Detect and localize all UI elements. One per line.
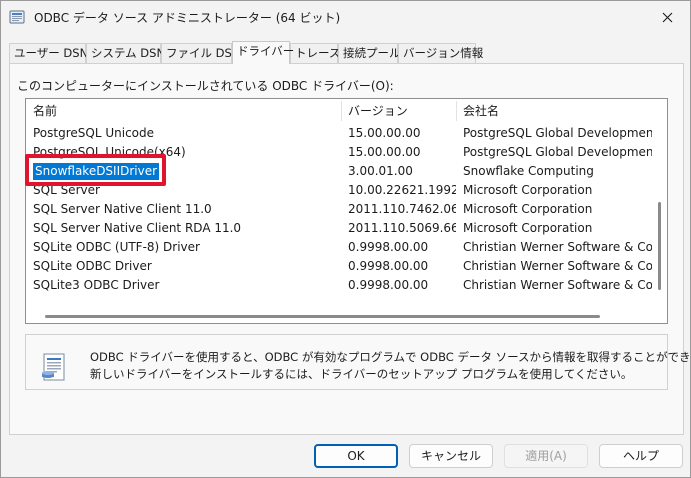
ok-button[interactable]: OK: [314, 444, 398, 468]
driver-company: PostgreSQL Global Development: [463, 145, 652, 159]
vertical-scroll-thumb[interactable]: [658, 202, 661, 290]
driver-company: Microsoft Corporation: [463, 221, 593, 235]
column-header-name[interactable]: 名前: [26, 99, 341, 123]
info-line-1: ODBC ドライバーを使用すると、ODBC が有効なプログラムで ODBC デー…: [90, 350, 691, 364]
driver-version: 10.00.22621.1992: [348, 183, 456, 197]
driver-database-icon: [42, 353, 65, 381]
driver-row[interactable]: SQLite ODBC Driver 0.9998.00.00 Christia…: [26, 257, 652, 276]
apply-button[interactable]: 適用(A): [504, 444, 588, 468]
driver-name: PostgreSQL Unicode: [33, 126, 155, 140]
driver-company: PostgreSQL Global Development: [463, 126, 652, 140]
tab-file-dsn[interactable]: ファイル DSN: [161, 43, 240, 63]
tab-user-dsn[interactable]: ユーザー DSN: [9, 43, 88, 63]
odbc-admin-window: ODBC データ ソース アドミニストレーター (64 ビット) ユーザー DS…: [0, 0, 691, 478]
odbc-app-icon: [9, 10, 25, 24]
driver-company: Christian Werner Software & Co: [463, 278, 652, 292]
driver-row[interactable]: PostgreSQL Unicode 15.00.00.00 PostgreSQ…: [26, 124, 652, 143]
driver-name: SQLite3 ODBC Driver: [33, 278, 160, 292]
close-icon: [662, 12, 672, 22]
driver-row[interactable]: SQLite3 ODBC Driver 0.9998.00.00 Christi…: [26, 276, 652, 295]
tab-drivers[interactable]: ドライバー: [232, 41, 294, 64]
driver-version: 0.9998.00.00: [348, 259, 429, 273]
column-header-version[interactable]: バージョン: [341, 99, 456, 123]
driver-company: Snowflake Computing: [463, 164, 594, 178]
driver-name: SQL Server Native Client 11.0: [33, 202, 212, 216]
close-button[interactable]: [644, 1, 690, 33]
driver-company: Microsoft Corporation: [463, 202, 593, 216]
driver-name: PostgreSQL Unicode(x64): [33, 145, 186, 159]
driver-row[interactable]: SQLite ODBC (UTF-8) Driver 0.9998.00.00 …: [26, 238, 652, 257]
driver-version: 15.00.00.00: [348, 126, 421, 140]
driver-version: 2011.110.5069.66: [348, 221, 456, 235]
cancel-button[interactable]: キャンセル: [409, 444, 493, 468]
help-button[interactable]: ヘルプ: [599, 444, 683, 468]
driver-name: SQLite ODBC Driver: [33, 259, 152, 273]
driver-row-selected[interactable]: SnowflakeDSIIDriver 3.00.01.00 Snowflake…: [26, 162, 652, 181]
driver-name: SQLite ODBC (UTF-8) Driver: [33, 240, 200, 254]
title-bar: ODBC データ ソース アドミニストレーター (64 ビット): [1, 1, 690, 33]
driver-version: 0.9998.00.00: [348, 278, 429, 292]
driver-company: Microsoft Corporation: [463, 183, 593, 197]
info-line-2: 新しいドライバーをインストールするには、ドライバーのセットアップ プログラムを使…: [90, 367, 633, 381]
tab-system-dsn[interactable]: システム DSN: [86, 43, 165, 63]
tab-about[interactable]: バージョン情報: [398, 43, 483, 63]
driver-name: SQL Server: [33, 183, 100, 197]
tab-tracing[interactable]: トレース: [290, 43, 340, 63]
driver-company: Christian Werner Software & Co: [463, 259, 652, 273]
info-description: ODBC ドライバーを使用すると、ODBC が有効なプログラムで ODBC デー…: [90, 349, 691, 383]
driver-version: 3.00.01.00: [348, 164, 413, 178]
horizontal-scroll-thumb[interactable]: [45, 315, 600, 318]
driver-version: 2011.110.7462.06: [348, 202, 456, 216]
driver-name: SQL Server Native Client RDA 11.0: [33, 221, 242, 235]
drivers-list-caption: このコンピューターにインストールされている ODBC ドライバー(O):: [17, 79, 394, 93]
driver-name: SnowflakeDSIIDriver: [26, 162, 341, 181]
drivers-listview[interactable]: 名前 バージョン 会社名 PostgreSQL Unicode 15.00.00…: [25, 98, 668, 324]
driver-version: 0.9998.00.00: [348, 240, 429, 254]
tab-connection-pooling[interactable]: 接続プール: [338, 43, 401, 63]
info-box: ODBC ドライバーを使用すると、ODBC が有効なプログラムで ODBC デー…: [25, 334, 691, 390]
driver-row[interactable]: SQL Server 10.00.22621.1992 Microsoft Co…: [26, 181, 652, 200]
list-body: PostgreSQL Unicode 15.00.00.00 PostgreSQ…: [26, 124, 652, 314]
driver-row[interactable]: SQL Server Native Client 11.0 2011.110.7…: [26, 200, 652, 219]
vertical-scrollbar[interactable]: [652, 124, 666, 314]
column-header-company[interactable]: 会社名: [456, 99, 652, 123]
driver-version: 15.00.00.00: [348, 145, 421, 159]
window-title: ODBC データ ソース アドミニストレーター (64 ビット): [34, 11, 341, 25]
driver-row[interactable]: SQL Server Native Client RDA 11.0 2011.1…: [26, 219, 652, 238]
horizontal-scrollbar[interactable]: [26, 309, 652, 323]
driver-row[interactable]: PostgreSQL Unicode(x64) 15.00.00.00 Post…: [26, 143, 652, 162]
selected-driver-name: SnowflakeDSIIDriver: [33, 163, 160, 180]
driver-company: Christian Werner Software & Co: [463, 240, 652, 254]
list-header: 名前 バージョン 会社名: [26, 99, 667, 123]
